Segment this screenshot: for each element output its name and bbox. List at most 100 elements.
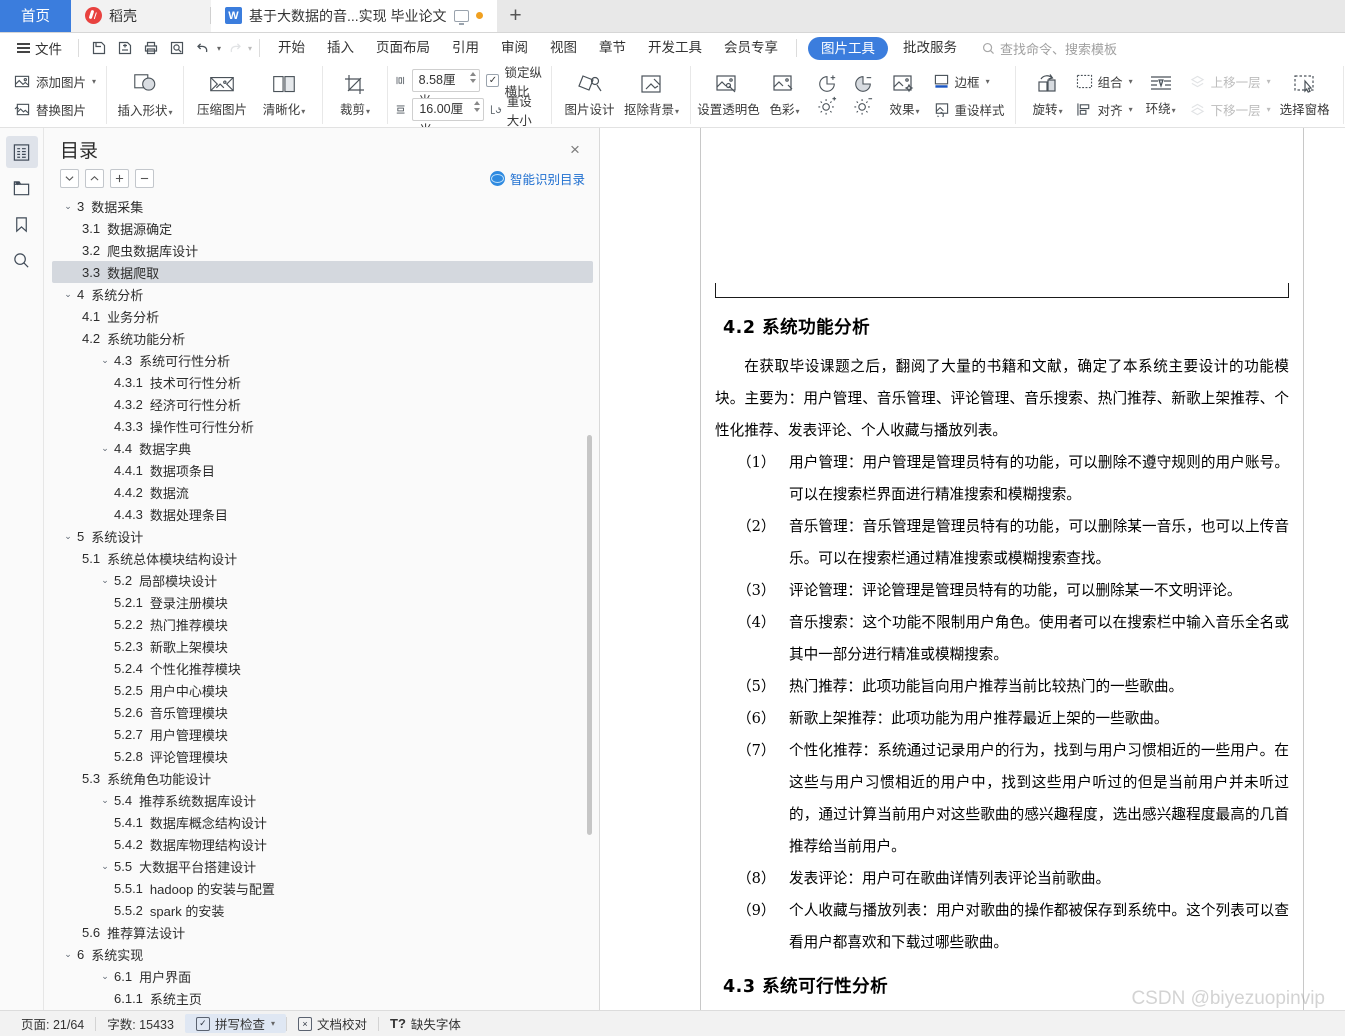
rotate-button[interactable]: 旋转▾ bbox=[1023, 67, 1073, 123]
rail-button-search[interactable] bbox=[6, 244, 38, 276]
missing-font-button[interactable]: T? 缺失字体 bbox=[379, 1014, 472, 1033]
print-preview-icon[interactable] bbox=[164, 36, 190, 60]
chevron-down-icon[interactable]: ⌄ bbox=[98, 859, 112, 873]
toc-item-4-1[interactable]: 4.1 业务分析 bbox=[52, 305, 593, 327]
reset-style-button[interactable]: 重设样式 bbox=[930, 97, 1008, 121]
menu-item-insert[interactable]: 插入 bbox=[316, 35, 365, 61]
toc-item-5-4[interactable]: ⌄ 5.4 推荐系统数据库设计 bbox=[52, 789, 593, 811]
chevron-down-icon[interactable]: ⌄ bbox=[61, 199, 75, 213]
undo-icon[interactable] bbox=[190, 36, 216, 60]
toc-item-5-2-5[interactable]: 5.2.5 用户中心模块 bbox=[52, 679, 593, 701]
toc-item-4-2[interactable]: 4.2 系统功能分析 bbox=[52, 327, 593, 349]
expand-all-button[interactable] bbox=[110, 169, 129, 188]
menu-item-picture-tools[interactable]: 图片工具 bbox=[808, 36, 889, 60]
toc-item-5[interactable]: ⌄ 5 系统设计 bbox=[52, 525, 593, 547]
document-text[interactable]: 4.2 系统功能分析 在获取毕设课题之后，翻阅了大量的书籍和文献，确定了本系统主… bbox=[715, 308, 1289, 1010]
collapse-up-button[interactable] bbox=[85, 169, 104, 188]
menu-item-correction-service[interactable]: 批改服务 bbox=[892, 35, 968, 61]
menu-item-view[interactable]: 视图 bbox=[539, 35, 588, 61]
menu-item-page-layout[interactable]: 页面布局 bbox=[365, 35, 441, 61]
wrap-text-button[interactable]: 环绕▾ bbox=[1136, 67, 1186, 123]
align-button[interactable]: 对齐 ▾ bbox=[1073, 97, 1136, 121]
toc-scrollbar-thumb[interactable] bbox=[587, 435, 592, 835]
add-picture-button[interactable]: 添加图片 ▾ bbox=[11, 69, 99, 93]
toc-item-4-4-3[interactable]: 4.4.3 数据处理条目 bbox=[52, 503, 593, 525]
menu-item-section[interactable]: 章节 bbox=[588, 35, 637, 61]
toc-item-4-3-1[interactable]: 4.3.1 技术可行性分析 bbox=[52, 371, 593, 393]
chevron-down-icon[interactable]: ⌄ bbox=[61, 529, 75, 543]
chevron-down-icon[interactable]: ⌄ bbox=[61, 287, 75, 301]
toc-item-5-2-8[interactable]: 5.2.8 评论管理模块 bbox=[52, 745, 593, 767]
toc-item-5-5-1[interactable]: 5.5.1 hadoop 的安装与配置 bbox=[52, 877, 593, 899]
toc-item-5-2[interactable]: ⌄ 5.2 局部模块设计 bbox=[52, 569, 593, 591]
toc-item-5-2-4[interactable]: 5.2.4 个性化推荐模块 bbox=[52, 657, 593, 679]
chevron-down-icon[interactable]: ⌄ bbox=[98, 793, 112, 807]
tab-document[interactable]: W 基于大数据的音...实现 毕业论文 bbox=[211, 0, 497, 32]
toc-item-4-3-2[interactable]: 4.3.2 经济可行性分析 bbox=[52, 393, 593, 415]
chevron-down-icon[interactable]: ▾ bbox=[271, 1019, 275, 1028]
toc-item-5-4-2[interactable]: 5.4.2 数据库物理结构设计 bbox=[52, 833, 593, 855]
toc-item-5-3[interactable]: 5.3 系统角色功能设计 bbox=[52, 767, 593, 789]
increase-contrast-button[interactable] bbox=[810, 67, 844, 123]
menu-item-dev-tools[interactable]: 开发工具 bbox=[637, 35, 713, 61]
chevron-down-icon[interactable]: ▾ bbox=[92, 77, 96, 86]
chevron-down-icon[interactable]: ⌄ bbox=[98, 573, 112, 587]
chevron-down-icon[interactable]: ⌄ bbox=[98, 441, 112, 455]
toc-item-5-4-1[interactable]: 5.4.1 数据库概念结构设计 bbox=[52, 811, 593, 833]
toc-item-4[interactable]: ⌄ 4 系统分析 bbox=[52, 283, 593, 305]
menu-item-review[interactable]: 审阅 bbox=[490, 35, 539, 61]
customize-toolbar-icon[interactable]: ▾ bbox=[248, 44, 252, 53]
selection-pane-button[interactable]: 选择窗格 bbox=[1274, 67, 1336, 123]
close-icon[interactable]: × bbox=[565, 140, 585, 160]
stepper-icon[interactable] bbox=[474, 101, 481, 112]
sharpen-button[interactable]: 清晰化▾ bbox=[253, 67, 315, 123]
chevron-down-icon[interactable]: ▾ bbox=[1129, 77, 1133, 86]
save-as-icon[interactable] bbox=[112, 36, 138, 60]
rail-button-bookmark[interactable] bbox=[6, 208, 38, 240]
screen-share-icon[interactable] bbox=[453, 9, 469, 25]
word-count[interactable]: 字数: 15433 bbox=[96, 1014, 185, 1033]
decrease-contrast-button[interactable] bbox=[846, 67, 880, 123]
menu-item-start[interactable]: 开始 bbox=[267, 35, 316, 61]
spellcheck-button[interactable]: ✓ 拼写检查 ▾ bbox=[184, 1014, 286, 1033]
chevron-down-icon[interactable]: ▾ bbox=[986, 77, 990, 86]
toc-item-5-1[interactable]: 5.1 系统总体模块结构设计 bbox=[52, 547, 593, 569]
toc-item-4-4-2[interactable]: 4.4.2 数据流 bbox=[52, 481, 593, 503]
remove-background-button[interactable]: 抠除背景▾ bbox=[621, 67, 683, 123]
chevron-down-icon[interactable]: ▾ bbox=[1129, 105, 1133, 114]
toc-item-6-1-1[interactable]: 6.1.1 系统主页 bbox=[52, 987, 593, 1009]
rail-button-thumbnail[interactable] bbox=[6, 172, 38, 204]
lock-aspect-ratio-checkbox[interactable]: 锁定纵横比 bbox=[486, 66, 543, 99]
crop-button[interactable]: 裁剪▾ bbox=[330, 67, 380, 123]
toc-item-3-1[interactable]: 3.1 数据源确定 bbox=[52, 217, 593, 239]
toc-item-5-2-2[interactable]: 5.2.2 热门推荐模块 bbox=[52, 613, 593, 635]
toc-item-6[interactable]: ⌄ 6 系统实现 bbox=[52, 943, 593, 965]
toc-item-4-4[interactable]: ⌄ 4.4 数据字典 bbox=[52, 437, 593, 459]
page-indicator[interactable]: 页面: 21/64 bbox=[10, 1014, 95, 1033]
toc-item-5-2-3[interactable]: 5.2.3 新歌上架模块 bbox=[52, 635, 593, 657]
toc-item-4-4-1[interactable]: 4.4.1 数据项条目 bbox=[52, 459, 593, 481]
smart-recognize-toc-button[interactable]: 智能识别目录 bbox=[489, 169, 585, 188]
border-button[interactable]: 边框 ▾ bbox=[930, 69, 1008, 93]
toc-item-6-1[interactable]: ⌄ 6.1 用户界面 bbox=[52, 965, 593, 987]
command-search[interactable]: 查找命令、搜索模板 bbox=[982, 39, 1117, 58]
chevron-down-icon[interactable]: ⌄ bbox=[98, 353, 112, 367]
toc-item-4-3[interactable]: ⌄ 4.3 系统可行性分析 bbox=[52, 349, 593, 371]
document-page[interactable]: 4.2 系统功能分析 在获取毕设课题之后，翻阅了大量的书籍和文献，确定了本系统主… bbox=[700, 128, 1304, 1010]
replace-picture-button[interactable]: 替换图片 bbox=[11, 97, 99, 121]
toc-item-4-3-3[interactable]: 4.3.3 操作性可行性分析 bbox=[52, 415, 593, 437]
stepper-icon[interactable] bbox=[470, 72, 477, 83]
reset-size-button[interactable]: 重设大小 bbox=[490, 95, 544, 127]
color-button[interactable]: 色彩▾ bbox=[760, 67, 810, 123]
insert-shape-button[interactable]: 插入形状▾ bbox=[114, 67, 176, 123]
toc-item-3-3[interactable]: 3.3 数据爬取 bbox=[52, 261, 593, 283]
toc-item-5-5[interactable]: ⌄ 5.5 大数据平台搭建设计 bbox=[52, 855, 593, 877]
toc-item-5-2-6[interactable]: 5.2.6 音乐管理模块 bbox=[52, 701, 593, 723]
document-canvas[interactable]: 4.2 系统功能分析 在获取毕设课题之后，翻阅了大量的书籍和文献，确定了本系统主… bbox=[600, 128, 1345, 1010]
effects-button[interactable]: 效果▾ bbox=[880, 67, 930, 123]
menu-item-references[interactable]: 引用 bbox=[441, 35, 490, 61]
compress-picture-button[interactable]: 压缩图片 bbox=[191, 67, 253, 123]
picture-design-button[interactable]: 图片设计 bbox=[559, 67, 621, 123]
toc-item-5-5-2[interactable]: 5.5.2 spark 的安装 bbox=[52, 899, 593, 921]
tab-docer[interactable]: 稻壳 bbox=[71, 0, 211, 32]
